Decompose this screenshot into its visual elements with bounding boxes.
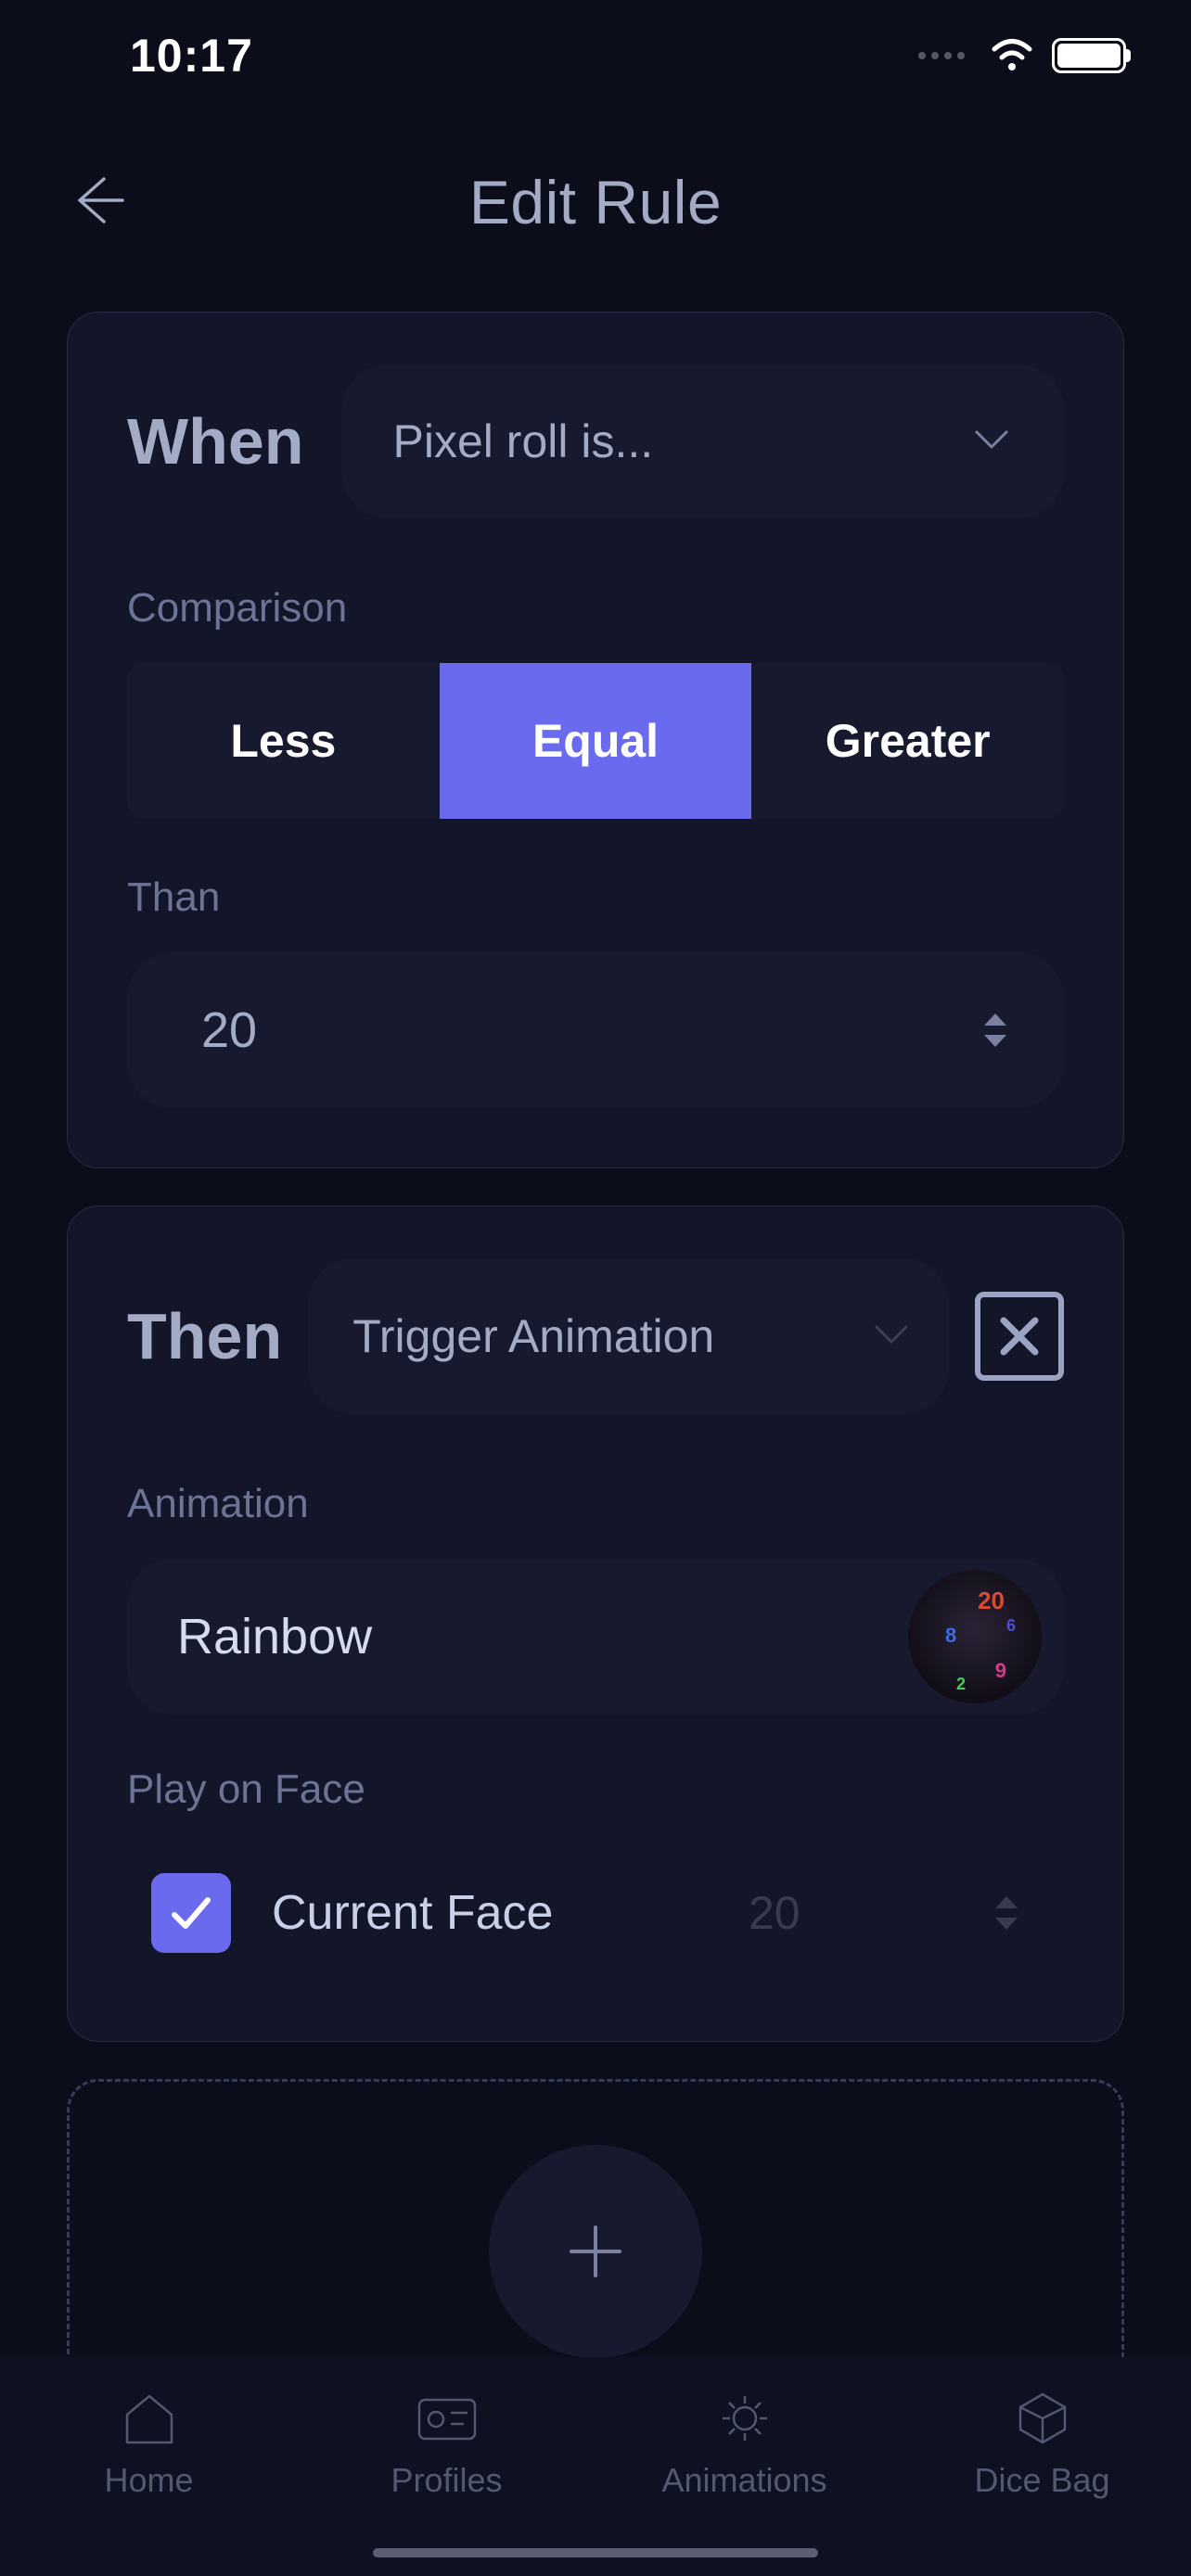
- comparison-segmented: Less Equal Greater: [127, 663, 1064, 819]
- page-title: Edit Rule: [65, 167, 1126, 237]
- tab-animations[interactable]: Animations: [596, 2389, 893, 2500]
- tab-profiles[interactable]: Profiles: [298, 2389, 596, 2500]
- segment-greater[interactable]: Greater: [751, 663, 1064, 819]
- segment-less[interactable]: Less: [127, 663, 440, 819]
- face-value: 20: [749, 1886, 800, 1940]
- die-preview-icon: 20 8 9 2 6: [908, 1570, 1042, 1703]
- animations-icon: [708, 2389, 782, 2448]
- chevron-down-icon: [871, 1314, 912, 1359]
- tab-label: Animations: [661, 2461, 826, 2500]
- tab-label: Dice Bag: [974, 2461, 1109, 2500]
- action-type-select[interactable]: Trigger Animation: [308, 1258, 949, 1414]
- remove-action-button[interactable]: [975, 1292, 1064, 1381]
- stepper-icon: [993, 1894, 1019, 1932]
- current-face-checkbox[interactable]: [151, 1873, 231, 1953]
- than-value: 20: [201, 1001, 257, 1059]
- stepper-icon: [982, 1011, 1008, 1050]
- trigger-type-select[interactable]: Pixel roll is...: [341, 364, 1064, 518]
- add-action-button[interactable]: [489, 2145, 702, 2358]
- animation-select[interactable]: Rainbow 20 8 9 2 6: [127, 1559, 1064, 1715]
- dicebag-icon: [1005, 2389, 1080, 2448]
- then-card: Then Trigger Animation Animation Rainbow…: [67, 1205, 1124, 2042]
- cellular-dots-icon: [918, 52, 965, 59]
- home-icon: [112, 2389, 186, 2448]
- then-section-label: Then: [127, 1299, 282, 1373]
- trigger-selected-label: Pixel roll is...: [393, 414, 654, 468]
- animation-selected-label: Rainbow: [177, 1608, 372, 1665]
- tab-home[interactable]: Home: [0, 2389, 298, 2500]
- comparison-label: Comparison: [127, 585, 1064, 631]
- than-value-input[interactable]: 20: [127, 952, 1064, 1108]
- tab-bar: Home Profiles Animations Dice Bag: [0, 2357, 1191, 2576]
- play-on-face-label: Play on Face: [127, 1766, 1064, 1813]
- animation-label: Animation: [127, 1481, 1064, 1527]
- tab-dicebag[interactable]: Dice Bag: [893, 2389, 1191, 2500]
- when-section-label: When: [127, 404, 304, 478]
- status-bar: 10:17: [0, 0, 1191, 111]
- add-action-card: [67, 2079, 1124, 2394]
- page-header: Edit Rule: [0, 111, 1191, 312]
- when-card: When Pixel roll is... Comparison Less Eq…: [67, 312, 1124, 1168]
- home-indicator: [373, 2548, 818, 2557]
- profiles-icon: [410, 2389, 484, 2448]
- action-selected-label: Trigger Animation: [352, 1309, 714, 1363]
- tab-label: Home: [104, 2461, 193, 2500]
- tab-label: Profiles: [391, 2461, 502, 2500]
- than-label: Than: [127, 874, 1064, 921]
- chevron-down-icon: [971, 419, 1012, 465]
- face-value-input: 20: [684, 1844, 1064, 1982]
- status-icons: [918, 35, 1126, 77]
- status-time: 10:17: [130, 29, 253, 83]
- back-button[interactable]: [65, 168, 130, 237]
- wifi-icon: [989, 35, 1035, 77]
- battery-icon: [1052, 38, 1126, 73]
- segment-equal[interactable]: Equal: [440, 663, 752, 819]
- current-face-label: Current Face: [272, 1885, 643, 1941]
